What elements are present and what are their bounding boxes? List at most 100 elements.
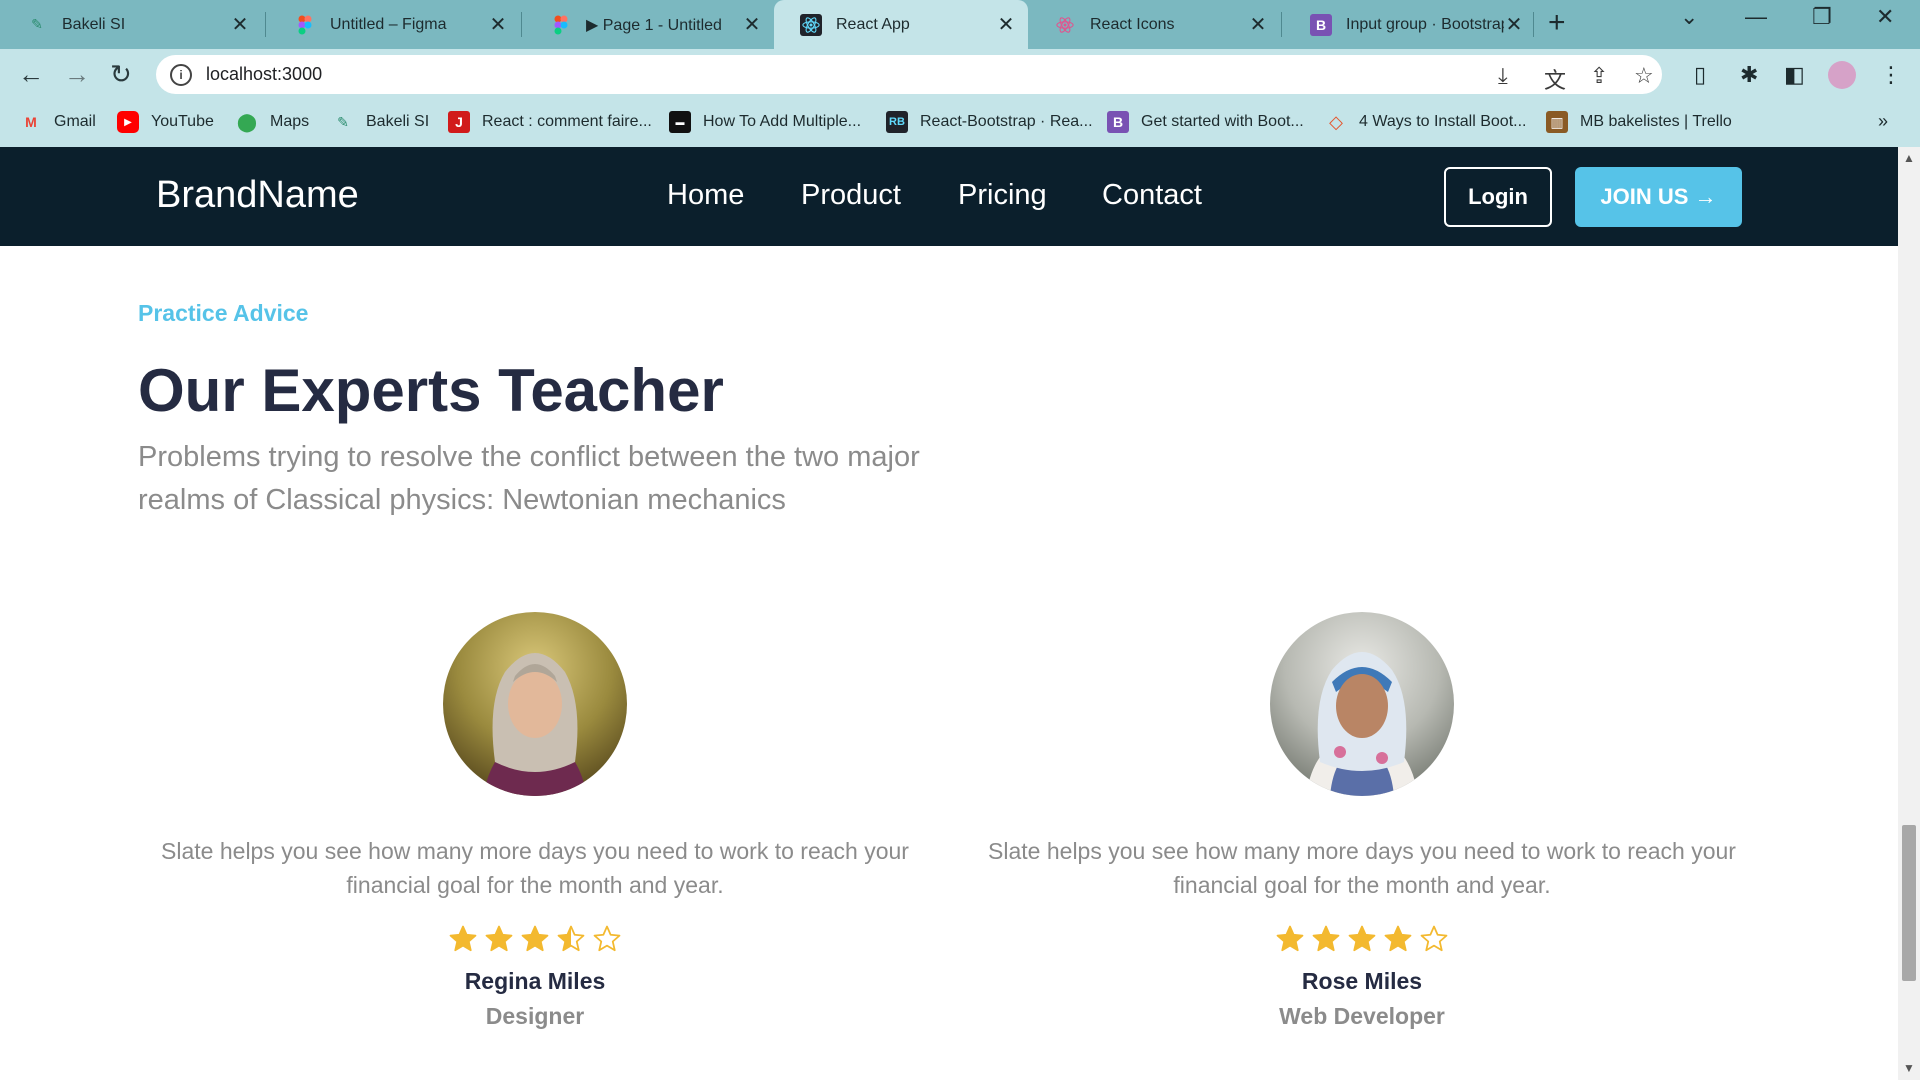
trello-icon: ▥ [1546, 111, 1568, 133]
bookmark-install-bootstrap[interactable]: ◇ 4 Ways to Install Boot... [1325, 111, 1526, 133]
bakeli-favicon-icon: ✎ [31, 16, 43, 32]
star-filled-icon [1311, 924, 1341, 954]
reload-icon[interactable]: ↻ [110, 59, 132, 90]
close-icon[interactable]: ✕ [742, 12, 762, 37]
section-eyebrow: Practice Advice [138, 300, 309, 326]
bookmark-star-icon[interactable]: ☆ [1634, 63, 1654, 89]
url-text[interactable]: localhost:3000 [206, 64, 322, 85]
star-filled-icon [520, 924, 550, 954]
page-scrollbar[interactable]: ▲ ▼ [1898, 147, 1920, 1080]
bookmark-youtube[interactable]: ▶ YouTube [117, 111, 214, 133]
teacher-avatar [1270, 612, 1454, 796]
star-filled-icon [484, 924, 514, 954]
tab-title: React Icons [1090, 15, 1175, 33]
bookmark-label: YouTube [151, 113, 214, 130]
new-tab-plus-icon[interactable]: + [1548, 6, 1566, 40]
tab-separator [1533, 12, 1534, 37]
star-filled-icon [1275, 924, 1305, 954]
tab-title: React App [836, 15, 910, 33]
address-bar[interactable]: i localhost:3000 ⤓ 文 ⇪ ☆ [156, 55, 1662, 94]
login-button[interactable]: Login [1444, 167, 1552, 227]
restore-icon[interactable]: ❐ [1812, 4, 1832, 30]
diamond-icon: ◇ [1329, 111, 1343, 132]
site-navbar: BrandName Home Product Pricing Contact L… [0, 147, 1898, 246]
tab-search-chevron-icon[interactable]: ⌄ [1680, 4, 1698, 30]
tab-figma-untitled[interactable]: Untitled – Figma ✕ [268, 0, 520, 49]
bookmark-maps[interactable]: ⬤ Maps [236, 111, 309, 133]
bookmarks-bar: M Gmail ▶ YouTube ⬤ Maps ✎ Bakeli SI J R… [0, 101, 1920, 147]
bookmark-label: How To Add Multiple... [703, 113, 862, 130]
star-empty-icon [1419, 924, 1449, 954]
teacher-avatar [443, 612, 627, 796]
install-app-icon[interactable]: ⤓ [1498, 63, 1508, 89]
more-bookmarks-chevron-icon[interactable]: » [1878, 111, 1888, 132]
star-filled-icon [448, 924, 478, 954]
back-arrow-icon[interactable]: ← [18, 59, 44, 90]
extension-tablet-icon[interactable]: ▯ [1694, 62, 1706, 88]
bookmark-bakeli[interactable]: ✎ Bakeli SI [332, 111, 429, 133]
site-info-icon[interactable]: i [170, 63, 192, 86]
figma-favicon-icon [550, 14, 572, 36]
kebab-menu-icon[interactable]: ⋮ [1880, 62, 1902, 88]
gmail-icon: M [25, 114, 37, 130]
star-filled-icon [1347, 924, 1377, 954]
brand-logo[interactable]: BrandName [156, 174, 359, 217]
teacher-name: Regina Miles [464, 968, 606, 994]
bookmark-label: React-Bootstrap · Rea... [920, 113, 1093, 130]
translate-icon[interactable]: 文 [1544, 63, 1566, 95]
bootstrap-icon: B [1107, 111, 1129, 133]
nav-link-home[interactable]: Home [667, 179, 744, 212]
react-bootstrap-icon: RB [886, 111, 908, 133]
tab-separator [521, 12, 522, 37]
minimize-icon[interactable]: — [1745, 4, 1767, 30]
close-icon[interactable]: ✕ [996, 12, 1016, 37]
tab-title: Input group · Bootstrap [1346, 15, 1504, 33]
maps-pin-icon: ⬤ [236, 111, 258, 132]
scrollbar-thumb[interactable] [1902, 825, 1916, 981]
bookmark-react-bootstrap[interactable]: RB React-Bootstrap · Rea... [886, 111, 1093, 133]
tab-title: Bakeli SI [62, 15, 126, 33]
profile-avatar[interactable] [1828, 61, 1856, 89]
side-panel-icon[interactable]: ◧ [1784, 62, 1805, 88]
close-icon[interactable]: ✕ [488, 12, 508, 37]
tab-react-icons[interactable]: React Icons ✕ [1028, 0, 1280, 49]
tab-separator [1281, 12, 1282, 37]
bookmark-react-comment[interactable]: J React : comment faire... [448, 111, 652, 133]
teacher-quote: Slate helps you see how many more days y… [161, 838, 909, 898]
teacher-role: Designer [485, 1003, 585, 1029]
scroll-up-arrow-icon[interactable]: ▲ [1903, 151, 1915, 165]
star-rating [962, 924, 1762, 954]
tab-react-app[interactable]: React App ✕ [774, 0, 1028, 49]
extensions-puzzle-icon[interactable]: ✱ [1740, 62, 1758, 88]
bookmark-get-started-bootstrap[interactable]: B Get started with Boot... [1107, 111, 1304, 133]
close-icon[interactable]: ✕ [1504, 12, 1524, 37]
bookmark-how-to-add[interactable]: ▬ How To Add Multiple... [669, 111, 861, 133]
close-icon[interactable]: ✕ [230, 12, 250, 37]
nav-link-pricing[interactable]: Pricing [958, 179, 1047, 212]
tab-bakeli[interactable]: ✎ Bakeli SI ✕ [0, 0, 262, 49]
browser-toolbar: ← → ↻ i localhost:3000 ⤓ 文 ⇪ ☆ ▯ ✱ ◧ ⋮ [0, 49, 1920, 101]
tab-separator [265, 12, 266, 37]
scroll-down-arrow-icon[interactable]: ▼ [1903, 1061, 1915, 1075]
react-favicon-icon [800, 13, 822, 36]
youtube-icon: ▶ [117, 111, 139, 133]
bookmark-label: React : comment faire... [482, 113, 652, 130]
tab-bootstrap-input-group[interactable]: B Input group · Bootstrap ✕ [1284, 0, 1536, 49]
teacher-role: Web Developer [1279, 1003, 1445, 1029]
close-icon[interactable]: ✕ [1248, 12, 1268, 37]
react-icons-favicon-icon [1054, 14, 1076, 36]
nav-link-product[interactable]: Product [801, 179, 901, 212]
tab-figma-page[interactable]: ▶ Page 1 - Untitled ✕ [524, 0, 774, 49]
bootstrap-favicon-icon: B [1310, 13, 1332, 36]
forward-arrow-icon[interactable]: → [64, 59, 90, 90]
bookmark-gmail[interactable]: M Gmail [20, 111, 96, 133]
window-close-icon[interactable]: ✕ [1876, 4, 1894, 30]
join-us-button[interactable]: JOIN US → [1575, 167, 1742, 227]
bookmark-trello[interactable]: ▥ MB bakelistes | Trello [1546, 111, 1732, 133]
share-icon[interactable]: ⇪ [1590, 63, 1608, 89]
teacher-name: Rose Miles [1301, 968, 1423, 994]
nav-link-contact[interactable]: Contact [1102, 179, 1202, 212]
j-logo-icon: J [448, 111, 470, 133]
star-half-icon [556, 924, 586, 954]
bookmark-label: Get started with Boot... [1141, 113, 1304, 130]
